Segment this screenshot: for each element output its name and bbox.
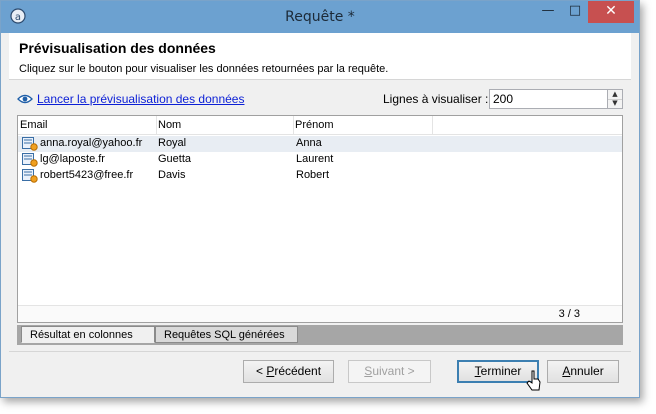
cell-prenom: Robert bbox=[296, 169, 330, 181]
record-icon bbox=[22, 169, 38, 183]
mouse-cursor-icon bbox=[526, 370, 541, 391]
cell-email: anna.royal@yahoo.fr bbox=[40, 137, 143, 149]
eye-icon[interactable] bbox=[17, 93, 33, 105]
button-separator bbox=[9, 351, 631, 352]
launch-preview-link[interactable]: Lancer la prévisualisation des données bbox=[37, 92, 244, 106]
lines-input[interactable] bbox=[489, 89, 609, 109]
page-title: Prévisualisation des données bbox=[19, 40, 216, 56]
lines-spinner[interactable]: ▲ ▼ bbox=[607, 89, 623, 109]
table-row[interactable]: robert5423@free.fr Davis Robert bbox=[18, 168, 622, 184]
tab-columns-result[interactable]: Résultat en colonnes bbox=[21, 326, 155, 343]
previous-prefix: < bbox=[255, 364, 267, 378]
grid-status-bar: 3 / 3 bbox=[18, 305, 622, 322]
title-bar[interactable]: a Requête * — □ ✕ bbox=[1, 1, 639, 33]
close-icon[interactable]: ✕ bbox=[588, 1, 634, 23]
record-icon bbox=[22, 153, 38, 167]
dialog-window: a Requête * — □ ✕ Prévisualisation des d… bbox=[0, 0, 640, 398]
cancel-button[interactable]: Annuler bbox=[547, 360, 619, 383]
cell-nom: Davis bbox=[158, 169, 186, 181]
cell-email: robert5423@free.fr bbox=[40, 169, 134, 181]
table-row[interactable]: anna.royal@yahoo.fr Royal Anna bbox=[18, 136, 622, 152]
result-tabs: Résultat en colonnes Requêtes SQL généré… bbox=[17, 325, 623, 345]
minimize-icon[interactable]: — bbox=[535, 1, 561, 23]
tab-sql-queries[interactable]: Requêtes SQL générées bbox=[155, 326, 298, 343]
cell-email: lg@laposte.fr bbox=[40, 153, 105, 165]
next-label: uivant > bbox=[372, 364, 415, 378]
spin-down-icon[interactable]: ▼ bbox=[608, 99, 622, 108]
next-button[interactable]: Suivant > bbox=[348, 360, 431, 383]
wizard-body: Lancer la prévisualisation des données L… bbox=[9, 79, 631, 391]
previous-label: récédent bbox=[274, 364, 322, 378]
lines-label: Lignes à visualiser : bbox=[383, 92, 489, 106]
table-row[interactable]: lg@laposte.fr Guetta Laurent bbox=[18, 152, 622, 168]
previous-button[interactable]: < Précédent bbox=[243, 360, 334, 383]
record-count: 3 / 3 bbox=[558, 308, 580, 320]
column-divider[interactable] bbox=[432, 116, 433, 134]
column-header-email[interactable]: Email bbox=[20, 119, 48, 131]
wizard-header: Prévisualisation des données Cliquez sur… bbox=[9, 33, 631, 80]
maximize-icon[interactable]: □ bbox=[562, 1, 588, 23]
column-header-prenom[interactable]: Prénom bbox=[295, 119, 334, 131]
column-divider[interactable] bbox=[156, 116, 157, 134]
finish-label: erminer bbox=[480, 364, 522, 378]
cell-prenom: Laurent bbox=[296, 153, 334, 165]
cell-nom: Guetta bbox=[158, 153, 192, 165]
cell-nom: Royal bbox=[158, 137, 187, 149]
record-icon bbox=[22, 137, 38, 151]
cell-prenom: Anna bbox=[296, 137, 322, 149]
preview-toolbar: Lancer la prévisualisation des données L… bbox=[17, 89, 623, 111]
grid-header: Email Nom Prénom bbox=[18, 116, 622, 135]
results-grid[interactable]: Email Nom Prénom anna.royal@yahoo.fr Roy… bbox=[17, 115, 623, 323]
cancel-label: nnuler bbox=[570, 364, 604, 378]
column-divider[interactable] bbox=[293, 116, 294, 134]
column-header-nom[interactable]: Nom bbox=[158, 119, 181, 131]
page-subtitle: Cliquez sur le bouton pour visualiser le… bbox=[19, 63, 389, 75]
